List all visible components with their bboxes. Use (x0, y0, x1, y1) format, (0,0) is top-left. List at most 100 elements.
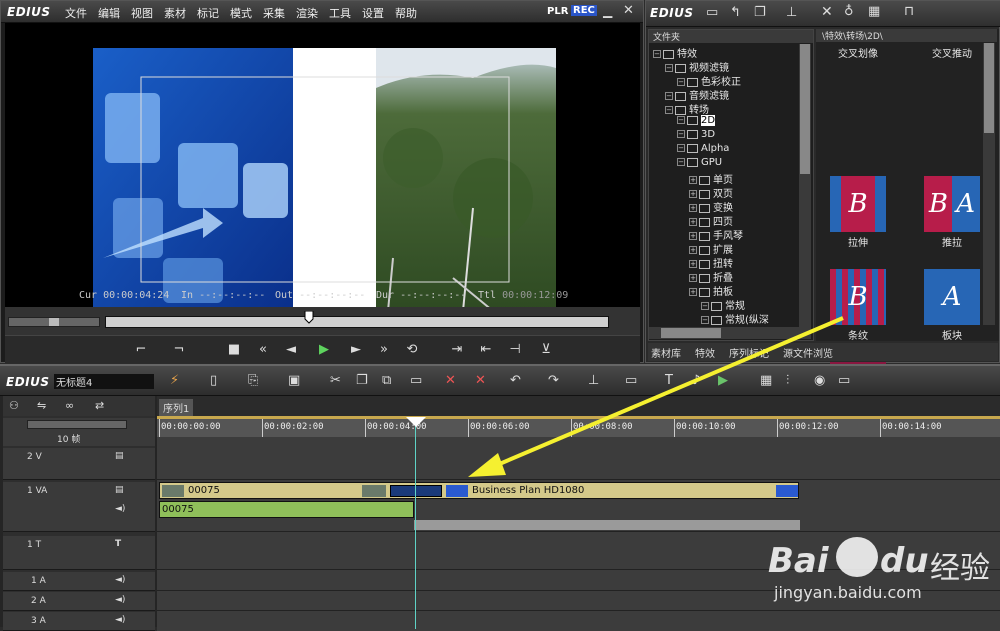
video-icon[interactable]: ▤ (115, 451, 124, 461)
audio-clip[interactable]: 00075 (159, 501, 414, 518)
tree-item[interactable]: + 单页 (689, 171, 733, 186)
expand-icon[interactable]: + (689, 204, 697, 212)
menu-item[interactable]: 素材 (164, 5, 186, 21)
sequence-tab[interactable]: 序列1 (159, 399, 194, 416)
new-sequence-icon[interactable]: ⚡ (170, 373, 179, 388)
tree-item[interactable]: + 拍板 (689, 283, 733, 298)
bin-tab[interactable]: 素材库 (648, 343, 684, 362)
tree-item[interactable]: + 折叠 (689, 269, 733, 284)
track-1a-header[interactable]: 1 A ◄) (3, 572, 155, 591)
transition-thumbnail[interactable]: B (830, 269, 886, 325)
expand-icon[interactable]: − (701, 316, 709, 324)
track-3a-header[interactable]: 3 A ◄) (3, 612, 155, 631)
expand-icon[interactable]: + (689, 274, 697, 282)
properties-icon[interactable]: ♁ (844, 4, 854, 19)
expand-icon[interactable]: − (665, 92, 673, 100)
speaker-icon[interactable]: ◄) (115, 504, 125, 514)
transition-label[interactable]: 推拉 (912, 234, 992, 249)
ripple-delete-icon[interactable]: ✕ (475, 373, 486, 388)
menu-item[interactable]: 采集 (263, 5, 285, 21)
project-name-field[interactable]: 无标题4 (54, 374, 154, 389)
tree-scrollbar[interactable] (799, 44, 811, 327)
transition-label[interactable]: 板块 (912, 327, 992, 342)
voiceover-icon[interactable]: ♪ (692, 373, 700, 388)
trim-icon[interactable]: ⊣ (504, 341, 526, 359)
rec-mode[interactable]: REC (571, 5, 597, 16)
mixer-icon[interactable]: ⫶ (786, 373, 789, 388)
zoom-slider[interactable] (27, 420, 127, 429)
output-icon[interactable]: ⊻ (535, 341, 557, 359)
undo-icon[interactable]: ↶ (510, 373, 521, 388)
tree-item[interactable]: − 色彩校正 (677, 73, 741, 88)
fast-forward-icon[interactable]: » (373, 341, 395, 359)
track-2v-lane[interactable] (157, 448, 1000, 480)
overwrite-icon[interactable]: ⇤ (475, 341, 497, 359)
delete-clip-icon[interactable]: ✕ (445, 373, 456, 388)
new-file-icon[interactable]: ▯ (210, 373, 217, 388)
copy-icon[interactable]: ❐ (754, 5, 766, 20)
set-out-icon[interactable]: ¬ (168, 341, 190, 359)
tree-item[interactable]: + 四页 (689, 213, 733, 228)
copy-clip-icon[interactable]: ❐ (356, 373, 368, 388)
marker-icon[interactable]: ▭ (625, 373, 637, 388)
tree-item[interactable]: + 扩展 (689, 241, 733, 256)
set-in-icon[interactable]: ⌐ (130, 341, 152, 359)
transition-label[interactable]: 拉伸 (818, 234, 898, 249)
expand-icon[interactable]: − (677, 144, 685, 152)
tree-item[interactable]: − Alpha (677, 143, 729, 157)
title-icon[interactable]: T (665, 373, 673, 388)
expand-icon[interactable]: − (677, 116, 685, 124)
snap-icon[interactable]: ⇋ (37, 399, 46, 412)
add-icon[interactable]: ⊥ (786, 5, 797, 20)
expand-icon[interactable]: − (677, 130, 685, 138)
expand-icon[interactable]: − (665, 64, 673, 72)
bin-tab[interactable]: 序列标记 (726, 343, 772, 362)
loop-icon[interactable]: ⟲ (401, 341, 423, 359)
track-1va-lane[interactable]: 00075 Business Plan HD1080 00075 (157, 482, 1000, 532)
expand-icon[interactable]: + (689, 288, 697, 296)
menu-item[interactable]: 标记 (197, 5, 219, 21)
video-clip[interactable]: 00075 Business Plan HD1080 (159, 482, 799, 499)
play-icon[interactable]: ▶ (313, 341, 335, 359)
open-icon[interactable]: ⎘ (248, 373, 258, 388)
shuttle-slider[interactable] (8, 317, 100, 327)
speaker-icon-2a[interactable]: ◄) (115, 595, 125, 605)
step-back-icon[interactable]: ◄ (280, 341, 302, 359)
playhead-marker[interactable] (304, 310, 314, 327)
transition-thumbnail[interactable]: A (924, 269, 980, 325)
sync-icon[interactable]: ⇄ (95, 399, 104, 412)
track-2v-header[interactable]: 2 V ▤ (3, 448, 155, 480)
expand-icon[interactable]: + (689, 176, 697, 184)
link-icon[interactable]: ∞ (65, 399, 74, 412)
grid-icon[interactable]: ▦ (760, 373, 772, 388)
tree-item[interactable]: − 特效 (653, 45, 697, 60)
tree-item[interactable]: − 视频滤镜 (665, 59, 729, 74)
transition-marker[interactable] (390, 485, 442, 497)
tree-item[interactable]: − GPU (677, 157, 722, 171)
folder-icon[interactable]: ▭ (706, 5, 718, 20)
close-icon[interactable]: ✕ (623, 3, 634, 18)
menu-item[interactable]: 文件 (65, 5, 87, 21)
expand-icon[interactable]: − (677, 158, 685, 166)
transition-label[interactable]: 条纹 (818, 327, 898, 342)
tree-item[interactable]: + 变换 (689, 199, 733, 214)
tree-item[interactable]: + 扭转 (689, 255, 733, 270)
add-cut-icon[interactable]: ⊥ (588, 373, 599, 388)
expand-icon[interactable]: + (689, 190, 697, 198)
expand-icon[interactable]: − (665, 106, 673, 114)
menu-item[interactable]: 编辑 (98, 5, 120, 21)
expand-icon[interactable]: + (689, 260, 697, 268)
redo-icon[interactable]: ↷ (548, 373, 559, 388)
transition-thumbnail[interactable]: B (830, 176, 886, 232)
insert-icon[interactable]: ⇥ (446, 341, 468, 359)
paste-icon[interactable]: ⧉ (382, 373, 391, 388)
tree-item[interactable]: − 常规 (701, 297, 745, 312)
tree-item[interactable]: − 2D (677, 115, 716, 129)
stop-icon[interactable]: ■ (223, 341, 245, 359)
timeline-cursor-head[interactable] (406, 417, 426, 430)
window-icon[interactable]: ▭ (838, 373, 850, 388)
speaker-icon-1a[interactable]: ◄) (115, 575, 125, 585)
menu-item[interactable]: 设置 (362, 5, 384, 21)
view-icon[interactable]: ▦ (868, 4, 880, 19)
tree-item[interactable]: − 音频滤镜 (665, 87, 729, 102)
